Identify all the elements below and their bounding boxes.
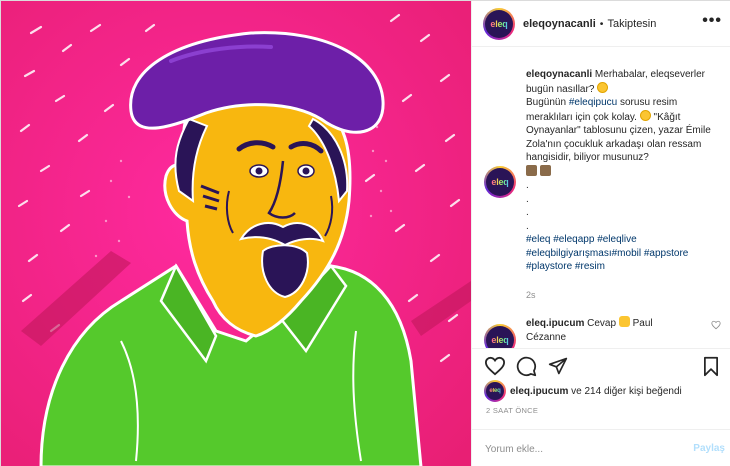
thinking-emoji (639, 109, 651, 121)
liker-avatar[interactable]: eleq (484, 380, 506, 402)
portrait-illustration (1, 1, 471, 466)
share-icon[interactable] (548, 356, 568, 379)
caption-username[interactable]: eleqoynacanli (526, 69, 592, 80)
author-username[interactable]: eleqoynacanli (523, 18, 596, 30)
comment-item: eleq eleq.ipucum Cevap Paul Cézanne (484, 316, 721, 348)
hashtag-link[interactable]: #eleqlive (597, 234, 636, 245)
eleq-logo: eleq (491, 177, 509, 187)
header-separator: • (599, 17, 604, 30)
detective-emoji (526, 164, 537, 176)
caption-dot: . (526, 193, 529, 205)
eleq-logo: eleq (489, 388, 501, 394)
hashtag-link[interactable]: #resim (575, 261, 605, 272)
hashtag-link[interactable]: #eleqapp (553, 234, 594, 245)
post-image[interactable] (1, 1, 471, 466)
post-side-panel: eleq eleqoynacanli • Takiptesin ••• eleq… (471, 1, 730, 466)
eleq-logo: eleq (491, 335, 509, 345)
hashtag-link[interactable]: #eleq (526, 234, 550, 245)
comment-body: eleq.ipucum Cevap Paul Cézanne (526, 316, 686, 344)
hashtag-link[interactable]: #mobil (612, 248, 641, 259)
post-comment-button[interactable]: Paylaş (693, 443, 725, 454)
likes-text[interactable]: ve 214 diğer kişi beğendi (571, 386, 682, 397)
caption-dot: . (526, 220, 529, 232)
instagram-post: eleq eleqoynacanli • Takiptesin ••• eleq… (0, 0, 730, 466)
caption-text-today: Bugünün (526, 97, 567, 108)
detective-emoji (539, 164, 551, 176)
commenter-username[interactable]: eleq.ipucum (526, 318, 584, 329)
hashtag-link[interactable]: #eleqipucu (569, 97, 617, 108)
heart-icon[interactable] (484, 356, 506, 379)
smile-emoji (597, 81, 609, 93)
more-icon[interactable]: ••• (702, 12, 722, 30)
comment-text-answer-label: Cevap (587, 318, 617, 329)
post-header: eleq eleqoynacanli • Takiptesin ••• (472, 1, 730, 47)
caption-timestamp: 2s (526, 289, 536, 300)
caption-avatar[interactable]: eleq (484, 166, 516, 198)
caption-dot: . (526, 207, 529, 218)
bookmark-icon[interactable] (703, 356, 719, 380)
author-avatar[interactable]: eleq (483, 7, 515, 40)
heart-outline-icon (711, 320, 721, 330)
comments-list[interactable]: eleq eleqoynacanli Merhabalar, eleqsever… (472, 48, 730, 348)
follow-status-button[interactable]: Takiptesin (607, 18, 656, 30)
commenter-avatar[interactable]: eleq (484, 324, 516, 348)
caption-dot: . (526, 180, 529, 191)
pointing-hand-emoji (618, 316, 630, 327)
comment-icon[interactable] (516, 356, 537, 380)
hashtag-link[interactable]: #eleqbilgiyarışması (526, 248, 612, 259)
likes-summary: eleq eleq.ipucum ve 214 diğer kişi beğen… (484, 380, 682, 402)
comment-composer: Paylaş (472, 429, 730, 466)
hashtag-link[interactable]: #playstore (526, 261, 572, 272)
comment-like-heart-icon[interactable] (711, 320, 721, 333)
caption-body: eleqoynacanli Merhabalar, eleqseverler b… (526, 68, 721, 274)
eleq-logo: eleq (490, 18, 508, 29)
post-time-ago: 2 SAAT ÖNCE (486, 406, 539, 415)
caption-comment: eleq eleqoynacanli Merhabalar, eleqsever… (484, 68, 721, 300)
comment-input[interactable] (485, 439, 665, 459)
action-bar (472, 348, 730, 383)
liker-username[interactable]: eleq.ipucum (510, 386, 568, 397)
hashtag-link[interactable]: #appstore (644, 248, 688, 259)
